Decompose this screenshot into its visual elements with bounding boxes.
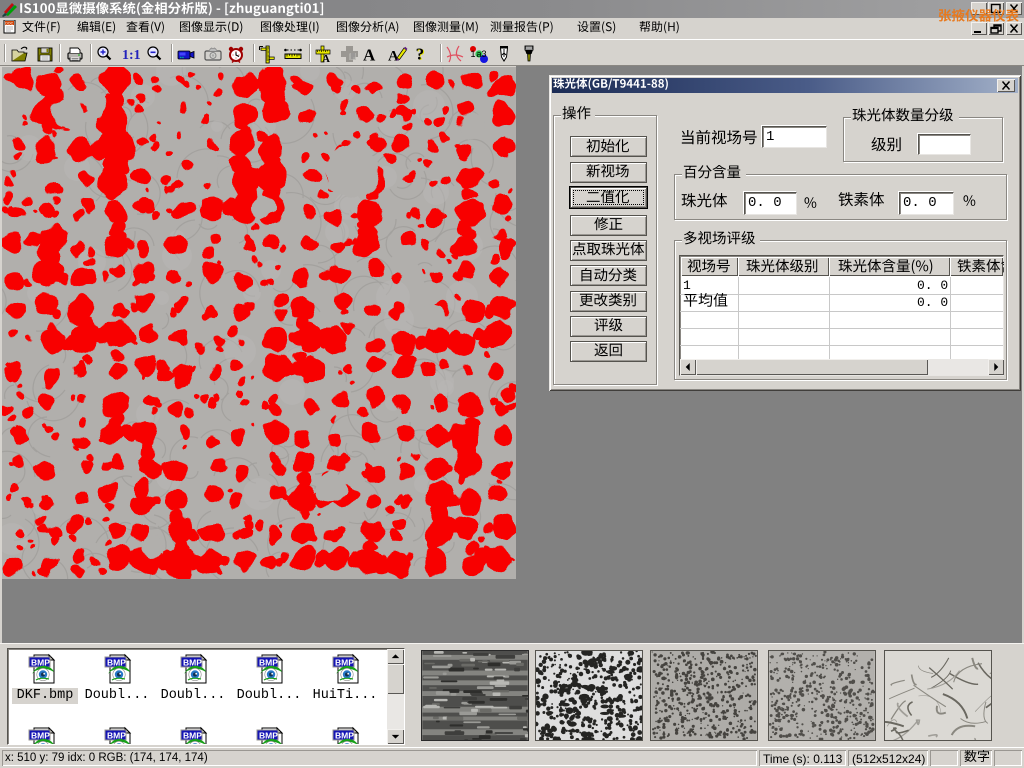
svg-text:1: 1 (471, 49, 476, 59)
svg-text:A: A (322, 53, 330, 65)
svg-text:A: A (388, 49, 399, 65)
svg-text:?: ? (416, 45, 425, 63)
svg-text:1:1: 1:1 (122, 48, 140, 63)
svg-text:DOC: DOC (5, 22, 13, 26)
svg-text:3: 3 (482, 49, 487, 59)
svg-text:A: A (363, 46, 376, 65)
